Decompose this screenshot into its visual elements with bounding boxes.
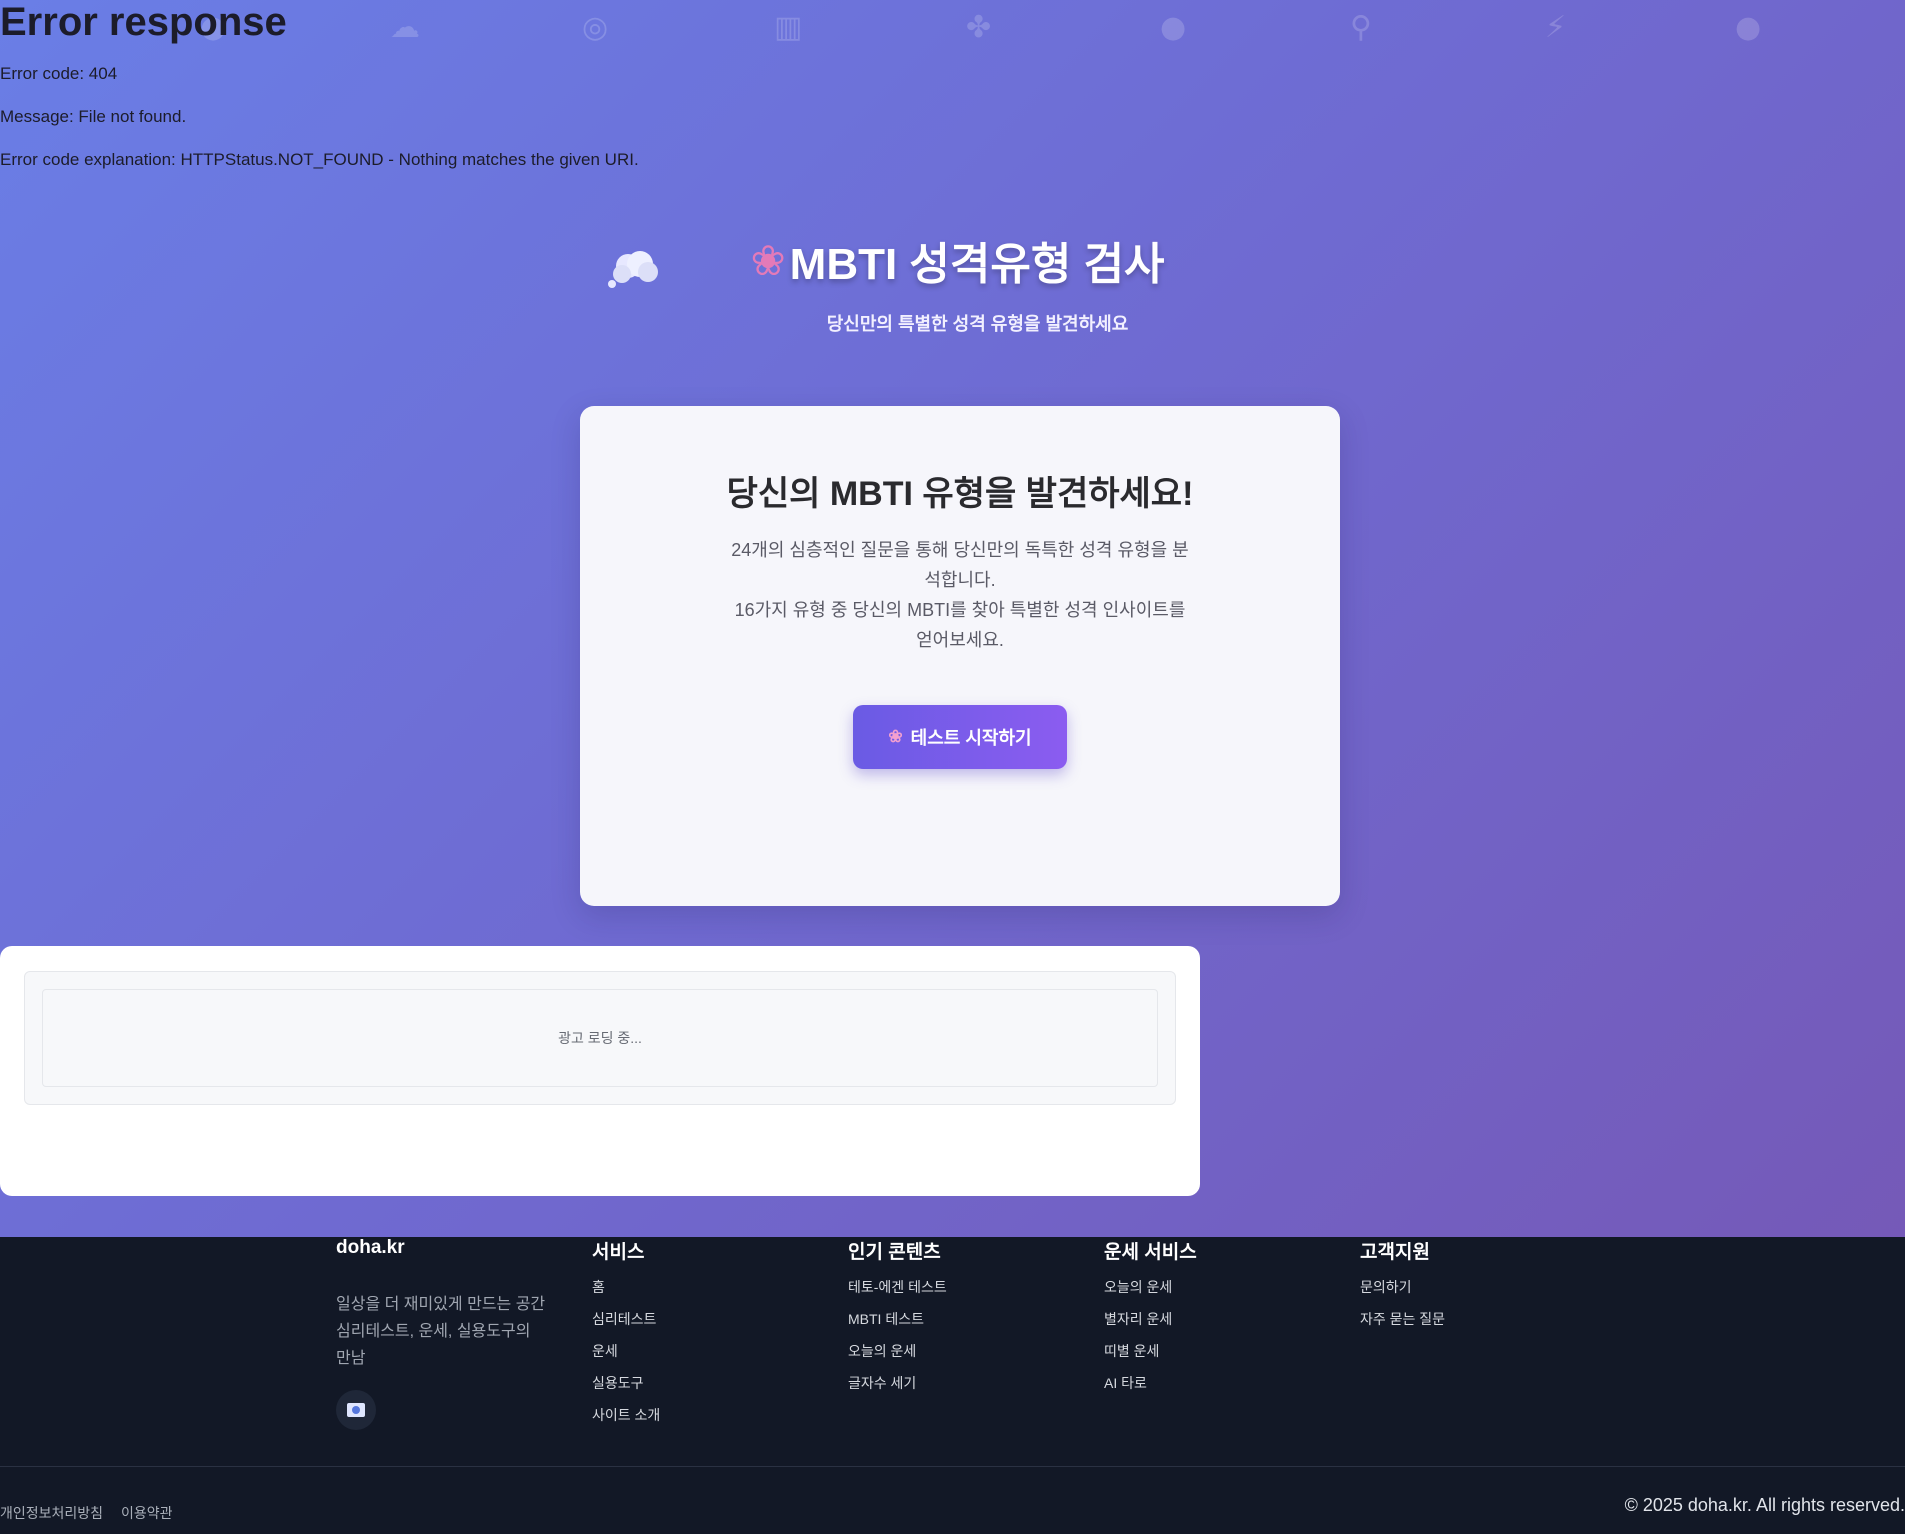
footer-link-faq[interactable]: 자주 묻는 질문 — [1360, 1303, 1445, 1335]
footer-brand-description: 일상을 더 재미있게 만드는 공간 심리테스트, 운세, 실용도구의 만남 — [336, 1296, 546, 1367]
footer-link-animal-fortune[interactable]: 띠별 운세 — [1104, 1335, 1197, 1367]
footer-brand: doha.kr — [336, 1237, 405, 1258]
footer-column-title: 서비스 — [592, 1242, 645, 1263]
social-link[interactable] — [336, 1390, 376, 1430]
footer-column-title: 고객지원 — [1360, 1242, 1430, 1263]
error-title: Error response — [0, 0, 287, 44]
footer-link-about[interactable]: 사이트 소개 — [592, 1399, 660, 1431]
brain-icon: ❀ — [750, 235, 786, 285]
error-explanation: Error code explanation: HTTPStatus.NOT_F… — [0, 150, 639, 169]
start-test-button[interactable]: ❀ 테스트 시작하기 — [853, 705, 1067, 769]
footer-link-today-fortune[interactable]: 오늘의 운세 — [1104, 1271, 1197, 1303]
ad-container: 광고 로딩 중... — [0, 946, 1200, 1196]
page-title: MBTI 성격유형 검사 — [789, 240, 1165, 289]
footer-link-teto-egen-test[interactable]: 테토-에겐 테스트 — [848, 1271, 947, 1303]
copyright: © 2025 doha.kr. All rights reserved. — [1624, 1495, 1905, 1515]
hero-section: ❀ MBTI 성격유형 검사 당신만의 특별한 성격 유형을 발견하세요 — [0, 228, 1905, 336]
error-message: Message: File not found. — [0, 107, 187, 126]
site-footer: doha.kr 일상을 더 재미있게 만드는 공간 심리테스트, 운세, 실용도… — [0, 1237, 1905, 1534]
ad-placeholder: 광고 로딩 중... — [42, 989, 1158, 1087]
puzzle-icon: ✤ — [966, 10, 992, 45]
footer-link-psych-test[interactable]: 심리테스트 — [592, 1303, 660, 1335]
footer-link-ai-tarot[interactable]: AI 타로 — [1104, 1367, 1197, 1399]
footer-link-home[interactable]: 홈 — [592, 1271, 660, 1303]
card-description-line-2: 16가지 유형 중 당신의 MBTI를 찾아 특별한 성격 인사이트를 얻어보세… — [734, 600, 1186, 650]
card-title: 당신의 MBTI 유형을 발견하세요! — [726, 475, 1194, 513]
footer-link-contact[interactable]: 문의하기 — [1360, 1271, 1445, 1303]
footer-column-support: 고객지원 문의하기 자주 묻는 질문 — [1360, 1237, 1445, 1335]
camera-icon — [347, 1403, 365, 1417]
target-icon: ◎ — [582, 10, 609, 45]
start-test-label: 테스트 시작하기 — [910, 728, 1032, 748]
footer-link-fortune[interactable]: 운세 — [592, 1335, 660, 1367]
privacy-policy-link[interactable]: 개인정보처리방침 — [0, 1503, 103, 1523]
bulb-icon: ● — [1160, 10, 1187, 45]
footer-brand-column: doha.kr 일상을 더 재미있게 만드는 공간 심리테스트, 운세, 실용도… — [336, 1237, 546, 1430]
bolt-icon: ⚡ — [1545, 10, 1567, 45]
footer-column-popular: 인기 콘텐츠 테토-에겐 테스트 MBTI 테스트 오늘의 운세 글자수 세기 — [848, 1237, 947, 1399]
card-description-line-1: 24개의 심층적인 질문을 통해 당신만의 독특한 성격 유형을 분석합니다. — [731, 540, 1189, 590]
footer-link-char-count[interactable]: 글자수 세기 — [848, 1367, 947, 1399]
footer-column-title: 운세 서비스 — [1104, 1242, 1197, 1263]
ad-loading-text: 광고 로딩 중... — [558, 1030, 642, 1046]
ad-slot: 광고 로딩 중... — [24, 971, 1176, 1105]
footer-link-tools[interactable]: 실용도구 — [592, 1367, 660, 1399]
intro-card: 당신의 MBTI 유형을 발견하세요! 24개의 심층적인 질문을 통해 당신만… — [580, 406, 1340, 906]
thought-icon: ☁ — [390, 10, 420, 45]
page-subtitle: 당신만의 특별한 성격 유형을 발견하세요 — [826, 314, 1129, 334]
chart-icon: ▥ — [774, 10, 803, 45]
footer-link-daily-fortune[interactable]: 오늘의 운세 — [848, 1335, 947, 1367]
brain-icon: ● — [1735, 10, 1762, 45]
footer-divider — [0, 1466, 1905, 1467]
error-code: Error code: 404 — [0, 64, 118, 83]
brain-icon: ❀ — [888, 727, 903, 746]
footer-column-title: 인기 콘텐츠 — [848, 1242, 941, 1263]
footer-link-zodiac-fortune[interactable]: 별자리 운세 — [1104, 1303, 1197, 1335]
footer-legal-links: 개인정보처리방침 이용약관 — [0, 1503, 173, 1523]
footer-link-mbti-test[interactable]: MBTI 테스트 — [848, 1303, 947, 1335]
card-description: 24개의 심층적인 질문을 통해 당신만의 독특한 성격 유형을 분석합니다. … — [730, 535, 1190, 655]
footer-column-fortune: 운세 서비스 오늘의 운세 별자리 운세 띠별 운세 AI 타로 — [1104, 1237, 1197, 1399]
footer-column-services: 서비스 홈 심리테스트 운세 실용도구 사이트 소개 — [592, 1237, 660, 1431]
terms-link[interactable]: 이용약관 — [121, 1503, 173, 1523]
magnifier-icon: ⚲ — [1350, 10, 1372, 45]
